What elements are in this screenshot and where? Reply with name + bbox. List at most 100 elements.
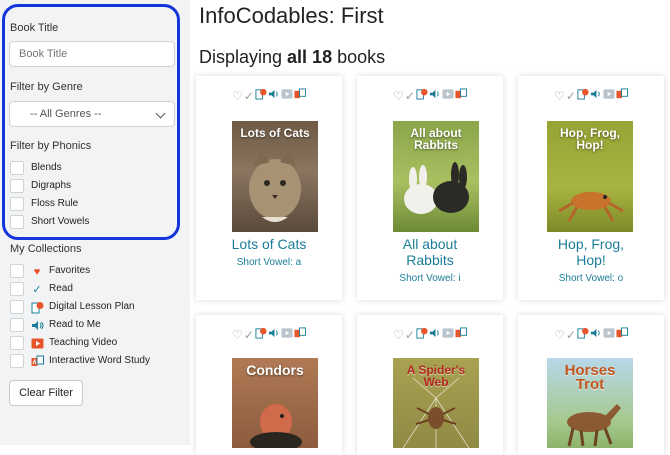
video-icon[interactable] bbox=[281, 88, 293, 104]
lesson-plan-icon[interactable] bbox=[577, 88, 589, 104]
book-phonics-tag: Short Vowel: i bbox=[399, 273, 461, 284]
book-card-horses-trot[interactable]: ♡✓ Horses Trot bbox=[518, 315, 664, 455]
book-cover-image[interactable]: Hop, Frog, Hop! bbox=[547, 121, 633, 232]
clear-filter-button[interactable]: Clear Filter bbox=[9, 380, 83, 406]
page-title: InfoCodables: First bbox=[199, 3, 384, 28]
video-icon[interactable] bbox=[442, 88, 454, 104]
checkbox[interactable] bbox=[10, 264, 24, 278]
book-title-input[interactable] bbox=[9, 41, 175, 67]
checkbox[interactable] bbox=[10, 161, 24, 175]
check-icon: ✓ bbox=[32, 284, 42, 296]
cover-title: A Spider's Web bbox=[406, 363, 466, 389]
cover-title: Hop, Frog, Hop! bbox=[560, 126, 620, 152]
book-cover-image[interactable]: Horses Trot bbox=[547, 358, 633, 448]
card-action-icons: ♡✓ bbox=[518, 326, 664, 342]
heart-icon[interactable]: ♡ bbox=[393, 327, 404, 343]
video-icon bbox=[30, 337, 44, 351]
book-card-condors[interactable]: ♡✓ Condors bbox=[196, 315, 342, 455]
book-title-link[interactable]: Lots of Cats bbox=[196, 236, 342, 252]
speaker-icon[interactable] bbox=[429, 88, 441, 104]
speaker-icon bbox=[30, 319, 44, 333]
speaker-icon[interactable] bbox=[429, 327, 441, 343]
checkbox[interactable] bbox=[10, 336, 24, 350]
lesson-plan-icon[interactable] bbox=[416, 88, 428, 104]
book-cover-image[interactable]: Lots of Cats bbox=[232, 121, 318, 232]
book-title-label: Book Title bbox=[10, 22, 59, 34]
heart-icon: ♥ bbox=[33, 266, 41, 278]
check-icon[interactable]: ✓ bbox=[405, 327, 415, 343]
cover-title: Horses Trot bbox=[564, 362, 616, 393]
word-study-icon[interactable] bbox=[294, 327, 306, 343]
check-icon[interactable]: ✓ bbox=[244, 88, 254, 104]
lesson-plan-icon[interactable] bbox=[577, 327, 589, 343]
genre-selected-value: -- All Genres -- bbox=[30, 108, 102, 120]
collection-label: Favorites bbox=[49, 265, 91, 276]
book-card-all-about-rabbits[interactable]: ♡✓ All about Rabbits All about Rabbits S… bbox=[357, 76, 503, 300]
book-cover-image[interactable]: All about Rabbits bbox=[393, 121, 479, 232]
heart-icon[interactable]: ♡ bbox=[232, 88, 243, 104]
book-card-a-spiders-web[interactable]: ♡✓ A Spider's Web bbox=[357, 315, 503, 455]
check-icon[interactable]: ✓ bbox=[244, 327, 254, 343]
book-cover-image[interactable]: A Spider's Web bbox=[393, 358, 479, 448]
checkbox[interactable] bbox=[10, 197, 24, 211]
speaker-icon[interactable] bbox=[268, 88, 280, 104]
video-icon[interactable] bbox=[603, 88, 615, 104]
cover-title: All about Rabbits bbox=[410, 126, 462, 152]
checkbox[interactable] bbox=[10, 179, 24, 193]
lesson-plan-icon[interactable] bbox=[255, 327, 267, 343]
video-icon[interactable] bbox=[442, 327, 454, 343]
book-title-link[interactable]: All about Rabbits bbox=[390, 236, 470, 268]
collections-label: My Collections bbox=[10, 243, 82, 255]
word-study-icon[interactable] bbox=[455, 327, 467, 343]
video-icon[interactable] bbox=[603, 327, 615, 343]
genre-select[interactable]: -- All Genres -- bbox=[9, 101, 175, 127]
check-icon[interactable]: ✓ bbox=[566, 88, 576, 104]
heart-icon[interactable]: ♡ bbox=[554, 327, 565, 343]
phonics-option-label: Floss Rule bbox=[31, 198, 79, 209]
lesson-plan-icon bbox=[30, 301, 44, 315]
collection-label: Read to Me bbox=[49, 319, 101, 330]
checkbox[interactable] bbox=[10, 282, 24, 296]
book-card-lots-of-cats[interactable]: ♡✓ Lots of Cats Lots of Cats Short Vowel… bbox=[196, 76, 342, 300]
card-action-icons: ♡✓ bbox=[357, 87, 503, 103]
filter-sidebar: Book Title Filter by Genre -- All Genres… bbox=[0, 0, 190, 445]
word-study-icon[interactable] bbox=[616, 327, 628, 343]
word-study-icon[interactable] bbox=[616, 88, 628, 104]
checkbox[interactable] bbox=[10, 215, 24, 229]
genre-label: Filter by Genre bbox=[10, 81, 83, 93]
phonics-option-label: Digraphs bbox=[31, 180, 72, 191]
word-study-icon bbox=[30, 355, 44, 369]
chevron-down-icon bbox=[155, 108, 166, 119]
book-title-link[interactable]: Hop, Frog, Hop! bbox=[551, 236, 631, 268]
speaker-icon[interactable] bbox=[268, 327, 280, 343]
checkbox[interactable] bbox=[10, 318, 24, 332]
phonics-option-label: Short Vowels bbox=[31, 216, 90, 227]
card-action-icons: ♡✓ bbox=[196, 326, 342, 342]
word-study-icon[interactable] bbox=[294, 88, 306, 104]
book-phonics-tag: Short Vowel: a bbox=[236, 257, 302, 268]
check-icon[interactable]: ✓ bbox=[405, 88, 415, 104]
checkbox[interactable] bbox=[10, 354, 24, 368]
book-cover-image[interactable]: Condors bbox=[232, 358, 318, 448]
result-count-prefix: Displaying bbox=[199, 47, 288, 67]
word-study-icon[interactable] bbox=[455, 88, 467, 104]
book-phonics-tag: Short Vowel: o bbox=[558, 273, 624, 284]
checkbox[interactable] bbox=[10, 300, 24, 314]
collection-label: Read bbox=[49, 283, 73, 294]
speaker-icon[interactable] bbox=[590, 327, 602, 343]
lesson-plan-icon[interactable] bbox=[416, 327, 428, 343]
cover-title: Lots of Cats bbox=[240, 126, 310, 140]
collection-label: Digital Lesson Plan bbox=[49, 301, 135, 312]
heart-icon[interactable]: ♡ bbox=[232, 327, 243, 343]
card-action-icons: ♡✓ bbox=[196, 87, 342, 103]
card-action-icons: ♡✓ bbox=[357, 326, 503, 342]
check-icon[interactable]: ✓ bbox=[566, 327, 576, 343]
heart-icon[interactable]: ♡ bbox=[554, 88, 565, 104]
heart-icon[interactable]: ♡ bbox=[393, 88, 404, 104]
video-icon[interactable] bbox=[281, 327, 293, 343]
result-count-value: all 18 bbox=[287, 47, 333, 67]
book-card-hop-frog-hop[interactable]: ♡✓ Hop, Frog, Hop! Hop, Frog, Hop! Short… bbox=[518, 76, 664, 300]
lesson-plan-icon[interactable] bbox=[255, 88, 267, 104]
result-count: Displaying all 18 books bbox=[199, 47, 385, 68]
speaker-icon[interactable] bbox=[590, 88, 602, 104]
